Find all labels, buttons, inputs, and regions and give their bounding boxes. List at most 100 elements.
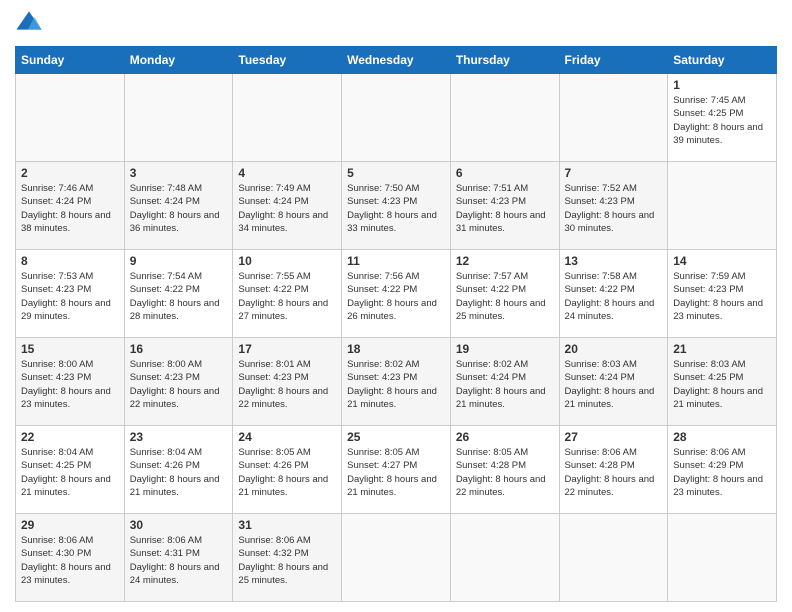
day-number: 27: [565, 430, 663, 444]
calendar-cell: [16, 74, 125, 162]
day-number: 31: [238, 518, 336, 532]
logo: [15, 10, 47, 38]
day-info: Sunrise: 8:03 AMSunset: 4:25 PMDaylight:…: [673, 359, 763, 410]
day-number: 1: [673, 78, 771, 92]
calendar-week-6: 29 Sunrise: 8:06 AMSunset: 4:30 PMDayligh…: [16, 514, 777, 602]
calendar-cell: 14Sunrise: 7:59 AMSunset: 4:23 PMDayligh…: [668, 250, 777, 338]
day-number: 18: [347, 342, 445, 356]
header: [15, 10, 777, 38]
day-number: 26: [456, 430, 554, 444]
day-info: Sunrise: 8:03 AMSunset: 4:24 PMDaylight:…: [565, 359, 655, 410]
calendar-cell: 21 Sunrise: 8:03 AMSunset: 4:25 PMDayligh…: [668, 338, 777, 426]
calendar-cell: [559, 74, 668, 162]
day-info: Sunrise: 8:02 AMSunset: 4:24 PMDaylight:…: [456, 359, 546, 410]
day-info: Sunrise: 8:06 AMSunset: 4:32 PMDaylight:…: [238, 535, 328, 586]
calendar-cell: 8 Sunrise: 7:53 AMSunset: 4:23 PMDaylight…: [16, 250, 125, 338]
calendar-cell: [342, 74, 451, 162]
calendar-cell: 15Sunrise: 8:00 AMSunset: 4:23 PMDayligh…: [16, 338, 125, 426]
calendar-cell: [668, 514, 777, 602]
calendar-cell: 6Sunrise: 7:51 AMSunset: 4:23 PMDaylight…: [450, 162, 559, 250]
day-number: 19: [456, 342, 554, 356]
calendar-cell: [450, 514, 559, 602]
day-number: 16: [130, 342, 228, 356]
day-info: Sunrise: 7:45 AMSunset: 4:25 PMDaylight:…: [673, 95, 763, 146]
day-info: Sunrise: 7:46 AMSunset: 4:24 PMDaylight:…: [21, 183, 111, 234]
calendar-cell: [124, 74, 233, 162]
day-number: 29: [21, 518, 119, 532]
calendar-cell: 26 Sunrise: 8:05 AMSunset: 4:28 PMDayligh…: [450, 426, 559, 514]
day-info: Sunrise: 7:59 AMSunset: 4:23 PMDaylight:…: [673, 271, 763, 322]
calendar-cell: [668, 162, 777, 250]
day-number: 9: [130, 254, 228, 268]
day-number: 24: [238, 430, 336, 444]
calendar-cell: 3Sunrise: 7:48 AMSunset: 4:24 PMDaylight…: [124, 162, 233, 250]
page: SundayMondayTuesdayWednesdayThursdayFrid…: [0, 0, 792, 612]
calendar-table: SundayMondayTuesdayWednesdayThursdayFrid…: [15, 46, 777, 602]
calendar-cell: 27Sunrise: 8:06 AMSunset: 4:28 PMDayligh…: [559, 426, 668, 514]
day-number: 30: [130, 518, 228, 532]
day-info: Sunrise: 7:51 AMSunset: 4:23 PMDaylight:…: [456, 183, 546, 234]
day-info: Sunrise: 8:06 AMSunset: 4:29 PMDaylight:…: [673, 447, 763, 498]
day-header-thursday: Thursday: [450, 47, 559, 74]
day-info: Sunrise: 7:56 AMSunset: 4:22 PMDaylight:…: [347, 271, 437, 322]
calendar-cell: 30 Sunrise: 8:06 AMSunset: 4:31 PMDayligh…: [124, 514, 233, 602]
calendar-cell: [450, 74, 559, 162]
day-info: Sunrise: 7:55 AMSunset: 4:22 PMDaylight:…: [238, 271, 328, 322]
day-info: Sunrise: 8:00 AMSunset: 4:23 PMDaylight:…: [21, 359, 111, 410]
day-info: Sunrise: 7:57 AMSunset: 4:22 PMDaylight:…: [456, 271, 546, 322]
calendar-cell: 29 Sunrise: 8:06 AMSunset: 4:30 PMDayligh…: [16, 514, 125, 602]
calendar-cell: 5 Sunrise: 7:50 AMSunset: 4:23 PMDaylight…: [342, 162, 451, 250]
calendar-cell: 28 Sunrise: 8:06 AMSunset: 4:29 PMDayligh…: [668, 426, 777, 514]
calendar-cell: 19 Sunrise: 8:02 AMSunset: 4:24 PMDayligh…: [450, 338, 559, 426]
day-header-saturday: Saturday: [668, 47, 777, 74]
day-number: 4: [238, 166, 336, 180]
day-info: Sunrise: 8:04 AMSunset: 4:25 PMDaylight:…: [21, 447, 111, 498]
day-info: Sunrise: 8:06 AMSunset: 4:31 PMDaylight:…: [130, 535, 220, 586]
day-number: 7: [565, 166, 663, 180]
day-number: 22: [21, 430, 119, 444]
calendar-cell: 22 Sunrise: 8:04 AMSunset: 4:25 PMDayligh…: [16, 426, 125, 514]
calendar-week-5: 22 Sunrise: 8:04 AMSunset: 4:25 PMDayligh…: [16, 426, 777, 514]
day-number: 20: [565, 342, 663, 356]
day-header-sunday: Sunday: [16, 47, 125, 74]
day-info: Sunrise: 8:05 AMSunset: 4:28 PMDaylight:…: [456, 447, 546, 498]
calendar-cell: 23 Sunrise: 8:04 AMSunset: 4:26 PMDayligh…: [124, 426, 233, 514]
calendar-week-4: 15Sunrise: 8:00 AMSunset: 4:23 PMDayligh…: [16, 338, 777, 426]
calendar-week-1: 1 Sunrise: 7:45 AMSunset: 4:25 PMDaylight…: [16, 74, 777, 162]
day-info: Sunrise: 7:58 AMSunset: 4:22 PMDaylight:…: [565, 271, 655, 322]
day-number: 5: [347, 166, 445, 180]
calendar-cell: 31 Sunrise: 8:06 AMSunset: 4:32 PMDayligh…: [233, 514, 342, 602]
day-header-wednesday: Wednesday: [342, 47, 451, 74]
calendar-cell: [233, 74, 342, 162]
day-info: Sunrise: 7:52 AMSunset: 4:23 PMDaylight:…: [565, 183, 655, 234]
calendar-cell: 1 Sunrise: 7:45 AMSunset: 4:25 PMDaylight…: [668, 74, 777, 162]
day-info: Sunrise: 8:04 AMSunset: 4:26 PMDaylight:…: [130, 447, 220, 498]
calendar-cell: [342, 514, 451, 602]
calendar-cell: 12Sunrise: 7:57 AMSunset: 4:22 PMDayligh…: [450, 250, 559, 338]
calendar-week-2: 2 Sunrise: 7:46 AMSunset: 4:24 PMDaylight…: [16, 162, 777, 250]
day-header-tuesday: Tuesday: [233, 47, 342, 74]
day-number: 21: [673, 342, 771, 356]
calendar-cell: [559, 514, 668, 602]
day-number: 23: [130, 430, 228, 444]
day-info: Sunrise: 7:53 AMSunset: 4:23 PMDaylight:…: [21, 271, 111, 322]
day-number: 2: [21, 166, 119, 180]
day-number: 8: [21, 254, 119, 268]
day-info: Sunrise: 7:50 AMSunset: 4:23 PMDaylight:…: [347, 183, 437, 234]
day-info: Sunrise: 8:05 AMSunset: 4:27 PMDaylight:…: [347, 447, 437, 498]
calendar-cell: 2 Sunrise: 7:46 AMSunset: 4:24 PMDaylight…: [16, 162, 125, 250]
day-info: Sunrise: 8:01 AMSunset: 4:23 PMDaylight:…: [238, 359, 328, 410]
day-info: Sunrise: 7:49 AMSunset: 4:24 PMDaylight:…: [238, 183, 328, 234]
day-header-monday: Monday: [124, 47, 233, 74]
day-number: 17: [238, 342, 336, 356]
day-number: 11: [347, 254, 445, 268]
calendar-header-row: SundayMondayTuesdayWednesdayThursdayFrid…: [16, 47, 777, 74]
calendar-cell: 20 Sunrise: 8:03 AMSunset: 4:24 PMDayligh…: [559, 338, 668, 426]
calendar-cell: 18Sunrise: 8:02 AMSunset: 4:23 PMDayligh…: [342, 338, 451, 426]
calendar-cell: 11 Sunrise: 7:56 AMSunset: 4:22 PMDayligh…: [342, 250, 451, 338]
day-info: Sunrise: 7:54 AMSunset: 4:22 PMDaylight:…: [130, 271, 220, 322]
calendar-cell: 9 Sunrise: 7:54 AMSunset: 4:22 PMDaylight…: [124, 250, 233, 338]
day-number: 28: [673, 430, 771, 444]
day-info: Sunrise: 8:06 AMSunset: 4:30 PMDaylight:…: [21, 535, 111, 586]
calendar-week-3: 8 Sunrise: 7:53 AMSunset: 4:23 PMDaylight…: [16, 250, 777, 338]
